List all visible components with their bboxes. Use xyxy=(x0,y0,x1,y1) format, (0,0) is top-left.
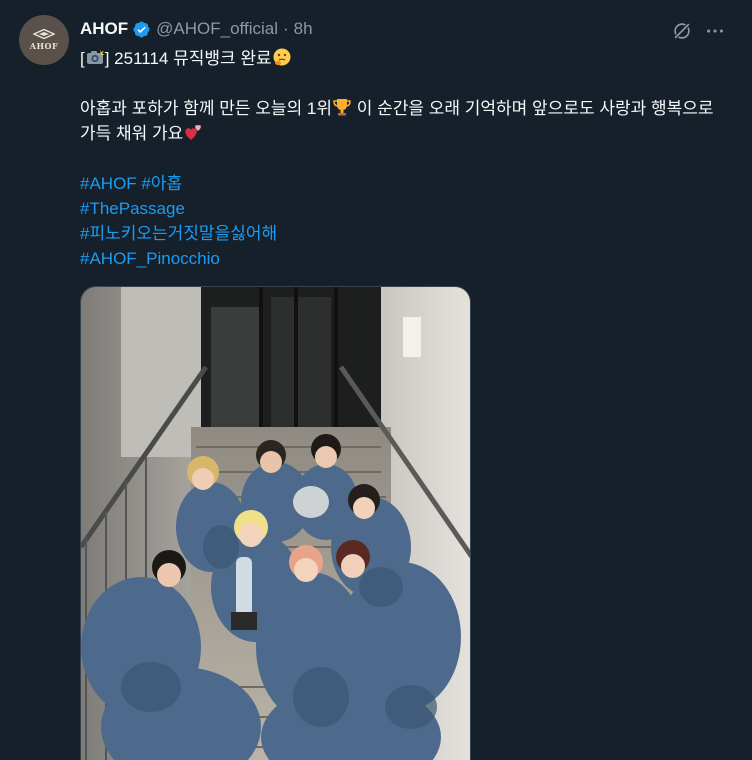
tweet-line-1-text: ] 251114 뮤직뱅크 완료 xyxy=(104,49,272,68)
tweet-avatar[interactable]: AHOF xyxy=(19,15,69,65)
two-hearts-emoji-icon xyxy=(185,125,202,140)
author-handle[interactable]: @AHOF_official xyxy=(156,19,278,39)
tweet-paragraph-part-1: 아홉과 포하가 함께 만든 오늘의 1위 xyxy=(80,99,333,118)
hashtag-pinocchio-korean[interactable]: #피노키오는거짓말을싫어해 xyxy=(80,224,277,243)
tweet-paragraph: 아홉과 포하가 함께 만든 오늘의 1위 이 순간을 오래 기억하며 앞으로도 … xyxy=(80,96,730,146)
hashtag-the-passage[interactable]: #ThePassage xyxy=(80,199,185,218)
thinking-face-emoji-icon xyxy=(273,48,291,66)
camera-flash-emoji-icon xyxy=(86,49,105,64)
hashtag-line-4: #AHOF_Pinocchio xyxy=(80,246,730,271)
hashtag-line-2: #ThePassage xyxy=(80,196,730,221)
hashtag-ahop-korean[interactable]: #아홉 xyxy=(141,174,182,193)
hashtag-ahof-pinocchio[interactable]: #AHOF_Pinocchio xyxy=(80,249,220,268)
grok-icon[interactable] xyxy=(670,19,694,43)
tweet-timestamp[interactable]: 8h xyxy=(294,19,313,39)
verified-badge-icon[interactable] xyxy=(132,20,151,39)
more-options-icon[interactable] xyxy=(703,19,727,43)
tweet-header: AHOF @AHOF_official · 8h xyxy=(80,17,313,41)
hashtag-line-3: #피노키오는거짓말을싫어해 xyxy=(80,221,730,246)
ahof-logo-icon xyxy=(33,29,55,39)
tweet-text: [ ] 251114 뮤직뱅크 완료 아홉과 포하가 함께 만든 오늘의 1위 … xyxy=(80,46,730,271)
trophy-emoji-icon xyxy=(333,99,351,116)
hashtag-line-1: #AHOF #아홉 xyxy=(80,171,730,196)
avatar-logo-text: AHOF xyxy=(29,41,59,51)
hashtag-ahof[interactable]: #AHOF xyxy=(80,174,137,193)
header-separator: · xyxy=(283,19,289,38)
tweet-line-1: [ ] 251114 뮤직뱅크 완료 xyxy=(80,46,730,71)
group-photo-image xyxy=(81,287,470,760)
author-display-name[interactable]: AHOF xyxy=(80,19,128,39)
tweet-photo[interactable] xyxy=(80,286,471,760)
